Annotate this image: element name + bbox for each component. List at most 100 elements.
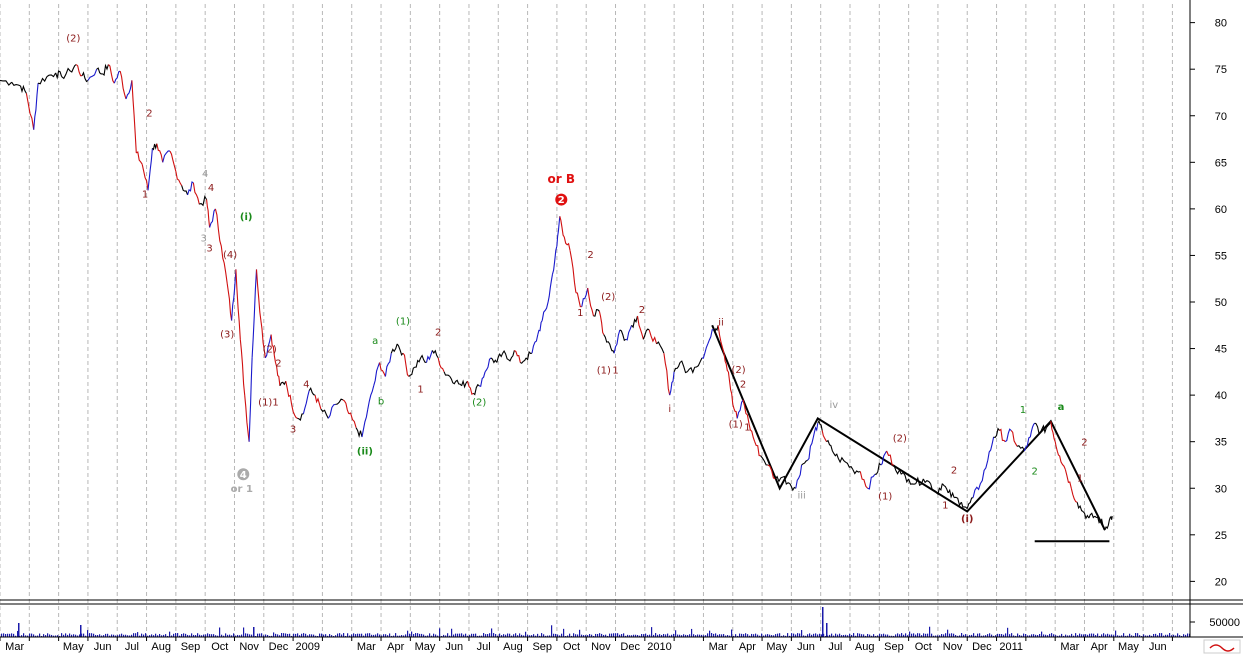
volume-bar <box>483 633 485 637</box>
volume-bar <box>39 633 41 637</box>
x-tick-label: 2010 <box>647 641 671 653</box>
wave-label: 2 <box>1081 437 1087 448</box>
volume-bar <box>917 633 919 637</box>
volume-bar <box>799 633 801 637</box>
volume-bar <box>1123 633 1125 637</box>
corner-logo <box>1203 639 1241 654</box>
volume-bar <box>787 633 789 637</box>
wave-label: or 1 <box>231 484 253 495</box>
x-tick-label: Oct <box>211 641 228 653</box>
volume-bar <box>779 633 781 637</box>
volume-bar <box>459 633 461 637</box>
wave-label: iii <box>797 490 805 501</box>
volume-bar <box>949 633 951 637</box>
x-tick-label: Jun <box>445 641 463 653</box>
volume-bar <box>243 627 245 637</box>
x-tick-label: Nov <box>239 641 259 653</box>
x-tick-label: May <box>415 641 436 653</box>
volume-bar <box>793 633 795 637</box>
y-tick-label: 50 <box>1215 297 1227 309</box>
volume-bar <box>797 633 799 637</box>
x-tick-label: Dec <box>972 641 992 653</box>
y-tick-label: 60 <box>1215 204 1227 216</box>
volume-bar <box>609 633 611 637</box>
wave-label: (1) <box>258 397 272 408</box>
wave-label: (i) <box>961 514 974 525</box>
wave-label: 1 <box>1077 474 1083 485</box>
volume-bar <box>343 633 345 637</box>
volume-bar <box>909 631 911 637</box>
volume-bar <box>365 633 367 637</box>
wave-label: (i) <box>240 212 253 223</box>
wave-label: 1 <box>577 308 583 319</box>
wave-label: 2 <box>1031 466 1037 477</box>
volume-bar <box>145 633 147 637</box>
volume-bar <box>989 633 991 637</box>
volume-bar <box>611 633 613 637</box>
circle-marker-label: 2 <box>558 195 565 206</box>
volume-bar <box>745 633 747 637</box>
x-tick-label: 2009 <box>296 641 320 653</box>
volume-bar <box>651 627 653 637</box>
volume-bar <box>47 633 49 637</box>
volume-bar <box>491 628 493 637</box>
volume-bar <box>89 633 91 637</box>
volume-bar <box>273 632 275 637</box>
wave-label: (ii) <box>357 447 373 458</box>
volume-bar <box>91 633 93 637</box>
x-tick-label: Mar <box>357 641 376 653</box>
x-tick-label: Jun <box>1149 641 1167 653</box>
volume-bar <box>337 633 339 637</box>
volume-bar <box>822 607 824 637</box>
volume-bar <box>645 633 647 637</box>
y-tick-label: 30 <box>1215 483 1227 495</box>
volume-bar <box>519 633 521 637</box>
volume-bar <box>389 633 391 637</box>
volume-bar <box>303 633 305 637</box>
x-tick-label: Mar <box>5 641 24 653</box>
volume-bar <box>1177 633 1179 637</box>
volume-bar <box>225 633 227 637</box>
volume-bar <box>901 633 903 637</box>
volume-bar <box>691 628 693 637</box>
volume-bar <box>913 633 915 637</box>
volume-bar <box>1005 633 1007 637</box>
volume-bar <box>853 633 855 637</box>
volume-bar <box>347 633 349 637</box>
volume-bar <box>923 633 925 637</box>
volume-bar <box>489 633 491 637</box>
volume-bar <box>1103 633 1105 637</box>
volume-bar <box>191 633 193 637</box>
x-tick-label: Oct <box>915 641 932 653</box>
volume-bar <box>613 633 615 637</box>
volume-bar <box>259 633 261 637</box>
wave-label: 1 <box>612 366 618 377</box>
wave-label: i <box>668 404 671 415</box>
wave-label: 2 <box>587 250 593 261</box>
volume-bar <box>1169 633 1171 637</box>
volume-bar <box>61 633 63 637</box>
x-tick-label: Mar <box>1060 641 1079 653</box>
volume-bar <box>1051 633 1053 637</box>
volume-bar <box>1007 627 1009 637</box>
x-tick-label: Aug <box>855 641 875 653</box>
wave-label: iv <box>830 400 839 411</box>
wave-label: (2) <box>601 292 615 303</box>
volume-bar <box>175 633 177 637</box>
price-chart: (2)214433(i)(4)(3)(2)2(1) 134or 1(ii)ab(1… <box>0 0 1243 655</box>
x-tick-label: Aug <box>503 641 523 653</box>
volume-bar <box>615 633 617 637</box>
x-tick-label: Aug <box>151 641 171 653</box>
volume-bar <box>135 633 137 637</box>
volume-bar <box>715 633 717 637</box>
volume-bar <box>369 633 371 637</box>
volume-bar <box>675 630 677 637</box>
volume-bar <box>451 628 453 637</box>
x-tick-label: Nov <box>591 641 611 653</box>
x-tick-label: May <box>1118 641 1139 653</box>
volume-bar <box>83 633 85 637</box>
wave-label: (2) <box>66 33 80 44</box>
volume-bar <box>1187 633 1189 637</box>
wave-label: (1) <box>597 366 611 377</box>
volume-bar <box>573 633 575 637</box>
